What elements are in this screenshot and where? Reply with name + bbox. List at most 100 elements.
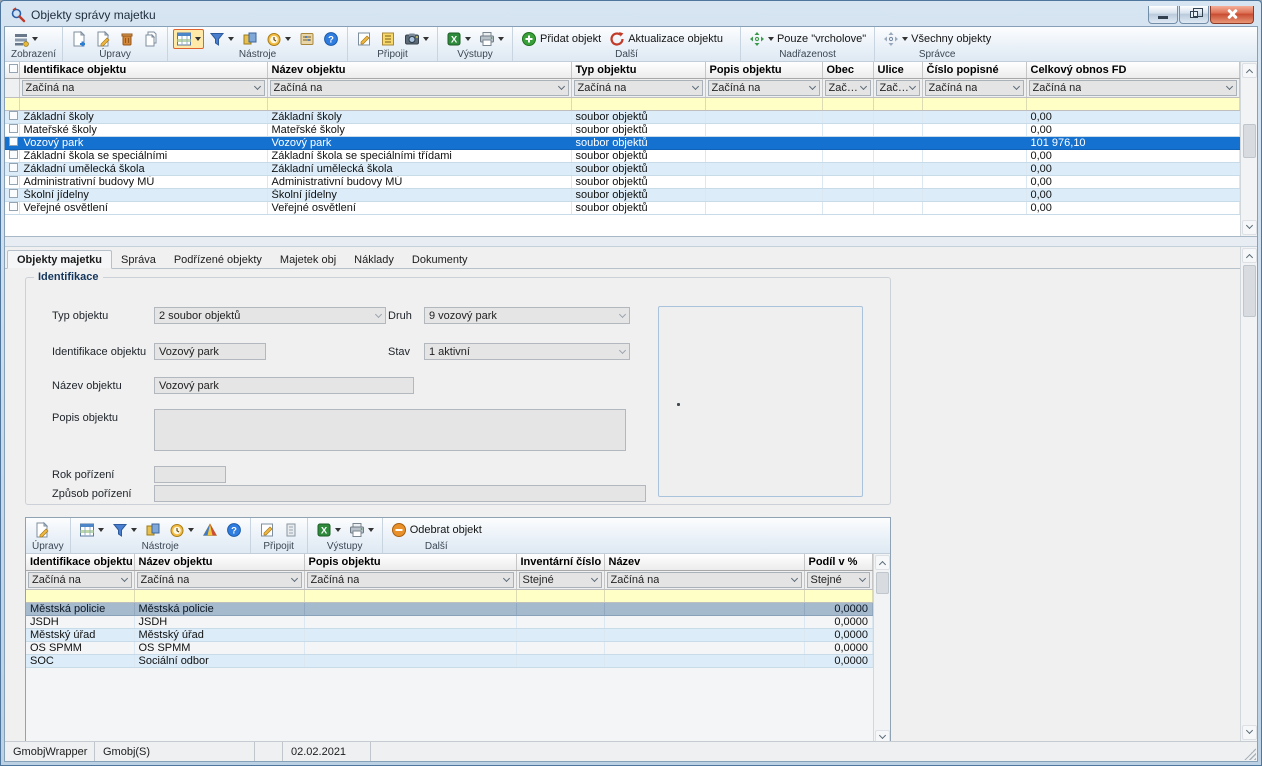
row-checkbox[interactable] bbox=[9, 111, 18, 120]
column-header[interactable]: Ulice bbox=[873, 62, 922, 78]
column-header[interactable]: Typ objektu bbox=[571, 62, 705, 78]
row-checkbox[interactable] bbox=[9, 137, 18, 146]
print-button[interactable] bbox=[477, 30, 506, 48]
view-layout-button[interactable] bbox=[11, 30, 40, 48]
row-checkbox[interactable] bbox=[9, 202, 18, 211]
sub-prism-button[interactable] bbox=[200, 521, 220, 539]
sub-history-button[interactable] bbox=[167, 521, 196, 539]
table-row-selected[interactable]: Městská policieMěstská policie0,0000 bbox=[26, 602, 873, 615]
excel-export-button[interactable]: X bbox=[444, 30, 473, 48]
filter-input-cell[interactable] bbox=[267, 97, 571, 110]
column-header[interactable]: Název objektu bbox=[134, 554, 304, 570]
filter-input-cell[interactable] bbox=[822, 97, 873, 110]
remove-object-button[interactable]: Odebrat objekt bbox=[389, 521, 484, 539]
main-grid-scrollbar[interactable] bbox=[1240, 62, 1257, 236]
filter-combo[interactable]: Začíná na bbox=[1029, 80, 1238, 96]
table-row[interactable]: Školní jídelnyŠkolní jídelnysoubor objek… bbox=[5, 188, 1240, 201]
attach-list-button[interactable] bbox=[378, 30, 398, 48]
sub-help-button[interactable]: ? bbox=[224, 521, 244, 539]
scroll-down-button[interactable] bbox=[1242, 725, 1257, 740]
table-row[interactable]: Základní škola se speciálnímiZákladní šk… bbox=[5, 149, 1240, 162]
object-kind-combo[interactable]: 9 vozový park bbox=[424, 307, 630, 324]
sub-print-button[interactable] bbox=[347, 521, 376, 539]
scrollbar-thumb[interactable] bbox=[1243, 265, 1256, 317]
row-checkbox[interactable] bbox=[9, 189, 18, 198]
filter-input-cell[interactable] bbox=[304, 589, 516, 602]
column-header[interactable]: Obec bbox=[822, 62, 873, 78]
row-checkbox[interactable] bbox=[9, 163, 18, 172]
object-state-combo[interactable]: 1 aktivní bbox=[424, 343, 630, 360]
sub-excel-export-button[interactable]: X bbox=[314, 521, 343, 539]
filter-input-cell[interactable] bbox=[571, 97, 705, 110]
table-row[interactable]: Městský úřadMěstský úřad0,0000 bbox=[26, 628, 873, 641]
delete-record-button[interactable] bbox=[117, 30, 137, 48]
filter-input-cell[interactable] bbox=[26, 589, 134, 602]
edit-record-button[interactable] bbox=[93, 30, 113, 48]
filter-input-cell[interactable] bbox=[873, 97, 922, 110]
help-button[interactable]: ? bbox=[321, 30, 341, 48]
column-header[interactable]: Popis objektu bbox=[304, 554, 516, 570]
scrollbar-thumb[interactable] bbox=[876, 572, 889, 594]
filter-input-cell[interactable] bbox=[604, 589, 804, 602]
restore-button[interactable] bbox=[1179, 6, 1209, 24]
table-row[interactable]: Základní školyZákladní školysoubor objek… bbox=[5, 110, 1240, 123]
filter-combo[interactable]: Stejné bbox=[807, 572, 871, 588]
object-type-combo[interactable]: 2 soubor objektů bbox=[154, 307, 386, 324]
tab-sprava[interactable]: Správa bbox=[112, 251, 165, 268]
table-row[interactable]: Mateřské školyMateřské školysoubor objek… bbox=[5, 123, 1240, 136]
scroll-down-button[interactable] bbox=[1242, 220, 1257, 235]
filter-combo[interactable]: Začíná na bbox=[28, 572, 132, 588]
filter-input-cell[interactable] bbox=[134, 589, 304, 602]
detail-panel-scrollbar[interactable] bbox=[1240, 247, 1257, 741]
row-checkbox[interactable] bbox=[9, 150, 18, 159]
column-header[interactable]: Popis objektu bbox=[705, 62, 822, 78]
acquisition-method-field[interactable] bbox=[154, 485, 646, 502]
sub-attach-note-button[interactable] bbox=[257, 521, 277, 539]
filter-input-cell[interactable] bbox=[5, 97, 19, 110]
column-header[interactable]: Celkový obnos FD bbox=[1026, 62, 1240, 78]
resize-grip[interactable] bbox=[1244, 748, 1256, 760]
copy-record-button[interactable] bbox=[141, 30, 161, 48]
filter-combo[interactable]: Začíná na bbox=[574, 80, 703, 96]
tab-podrizene-objekty[interactable]: Podřízené objekty bbox=[165, 251, 271, 268]
only-top-level-button[interactable]: Pouze "vrcholove" bbox=[747, 30, 868, 48]
column-header[interactable]: Identifikace objektu bbox=[19, 62, 267, 78]
sub-filter-button[interactable] bbox=[110, 521, 139, 539]
filter-combo[interactable]: Začíná na bbox=[22, 80, 265, 96]
row-checkbox[interactable] bbox=[9, 176, 18, 185]
sub-grid-settings-button[interactable] bbox=[77, 521, 106, 539]
column-header[interactable]: Inventární číslo bbox=[516, 554, 604, 570]
filter-combo[interactable]: Začíná na bbox=[925, 80, 1024, 96]
update-object-button[interactable]: Aktualizace objektu bbox=[607, 30, 725, 48]
table-row[interactable]: OS SPMMOS SPMM0,0000 bbox=[26, 641, 873, 654]
all-objects-button[interactable]: Všechny objekty bbox=[881, 30, 993, 48]
column-header[interactable]: Název bbox=[604, 554, 804, 570]
filter-combo[interactable]: Začíná na bbox=[607, 572, 802, 588]
filter-input-cell[interactable] bbox=[19, 97, 267, 110]
table-row[interactable]: SOCSociální odbor0,0000 bbox=[26, 654, 873, 667]
attach-note-button[interactable] bbox=[354, 30, 374, 48]
minimize-button[interactable] bbox=[1148, 6, 1178, 24]
filter-input-cell[interactable] bbox=[922, 97, 1026, 110]
select-all-header[interactable] bbox=[5, 62, 19, 78]
history-button[interactable] bbox=[264, 30, 293, 48]
table-row[interactable]: JSDHJSDH0,0000 bbox=[26, 615, 873, 628]
column-header[interactable]: Název objektu bbox=[267, 62, 571, 78]
filter-combo[interactable]: Stejné bbox=[519, 572, 602, 588]
grid-settings-button[interactable] bbox=[174, 30, 203, 48]
scrollbar-thumb[interactable] bbox=[1243, 124, 1256, 158]
column-header[interactable]: Identifikace objektu bbox=[26, 554, 134, 570]
table-row[interactable]: Administrativní budovy MÚAdministrativní… bbox=[5, 175, 1240, 188]
sub-attach-document-button[interactable] bbox=[281, 521, 301, 539]
splitter[interactable] bbox=[5, 237, 1257, 247]
sub-grid-scrollbar[interactable] bbox=[873, 554, 890, 746]
filter-combo[interactable]: Začíná na bbox=[307, 572, 514, 588]
filter-combo[interactable]: Začíná na bbox=[708, 80, 820, 96]
new-record-button[interactable] bbox=[69, 30, 89, 48]
filter-combo[interactable]: Začíná na bbox=[876, 80, 920, 96]
scroll-up-button[interactable] bbox=[1242, 63, 1257, 78]
scroll-up-button[interactable] bbox=[875, 555, 890, 570]
filter-button[interactable] bbox=[207, 30, 236, 48]
scroll-up-button[interactable] bbox=[1242, 248, 1257, 263]
object-name-field[interactable]: Vozový park bbox=[154, 377, 414, 394]
